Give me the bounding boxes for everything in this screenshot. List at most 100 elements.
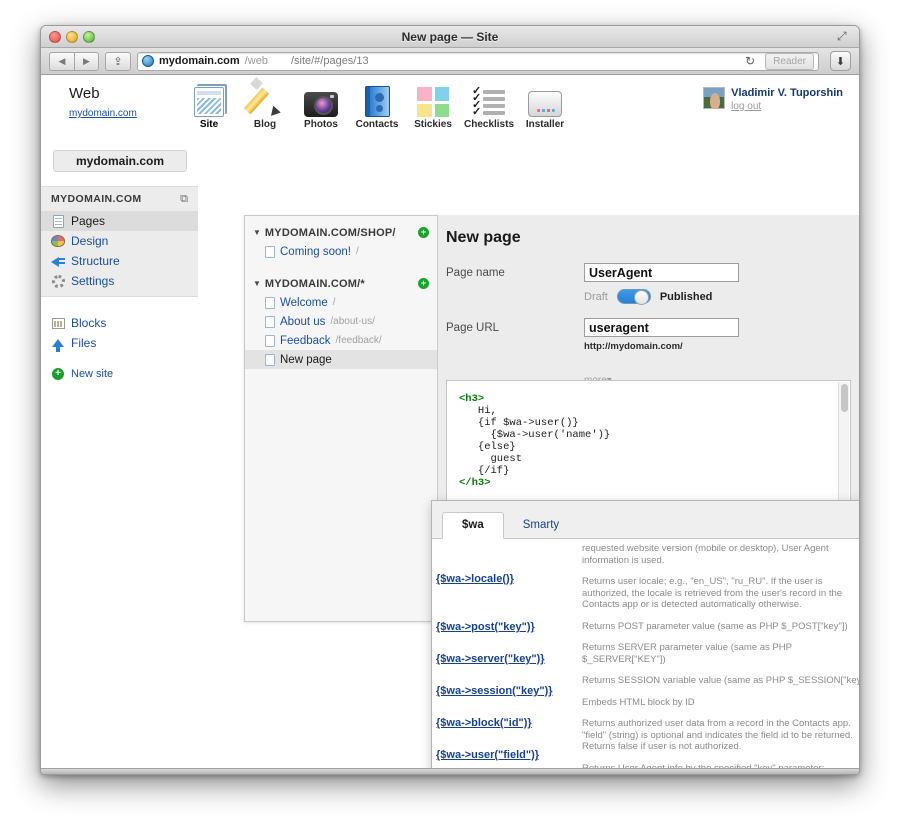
sidebar-item-blocks-label: Blocks <box>71 316 107 330</box>
app-nav-blog[interactable]: Blog <box>237 77 293 130</box>
page-name-input[interactable] <box>584 263 739 282</box>
publish-toggle[interactable] <box>616 289 651 305</box>
cheat-sheet-function[interactable]: {$wa->server("key")} <box>436 653 576 665</box>
downloads-icon[interactable]: ⬇ <box>830 51 851 71</box>
app-nav-photos[interactable]: Photos <box>293 79 349 130</box>
code-line: Hi, <box>459 405 497 417</box>
pages-tree-panel: ▼ MYDOMAIN.COM/SHOP/ + Coming soon! / ▼ … <box>244 215 438 622</box>
checklist-icon: ✓ ✓ ✓ ✓ <box>461 79 517 118</box>
published-label: Published <box>659 290 713 303</box>
code-editor-content[interactable]: <h3> Hi, {if $wa->user()} {$wa->user('na… <box>447 381 850 513</box>
cheat-sheet-description: Returns authorized user data from a reco… <box>582 718 853 752</box>
sidebar-item-blocks[interactable]: Blocks <box>41 313 198 333</box>
document-icon <box>265 315 275 328</box>
tree-item[interactable]: About us /about-us/ <box>245 312 437 331</box>
domain-selector[interactable]: mydomain.com <box>53 150 187 172</box>
cheat-sheet-function[interactable]: {$wa->session("key")} <box>436 685 576 697</box>
sidebar-item-design-label: Design <box>71 234 109 248</box>
app-nav-stickies[interactable]: Stickies <box>405 79 461 130</box>
tree-item[interactable]: New page <box>245 350 437 369</box>
pages-tree-group-header[interactable]: ▼ MYDOMAIN.COM/SHOP/ + <box>245 223 437 242</box>
chevron-down-icon[interactable]: ▼ <box>253 228 261 237</box>
address-bar[interactable]: mydomain.com /web /site/#/pages/13 ↻ Rea… <box>137 51 819 71</box>
fullscreen-icon[interactable]: ⤢ <box>837 30 850 43</box>
app-nav-site[interactable]: Site <box>181 79 237 130</box>
app-nav-contacts-label: Contacts <box>355 119 399 130</box>
pages-tree-group-header[interactable]: ▼ MYDOMAIN.COM/* + <box>245 274 437 293</box>
page-url-input[interactable] <box>584 318 739 337</box>
minimize-window-button[interactable] <box>66 31 78 43</box>
tree-item[interactable]: Feedback /feedback/ <box>245 331 437 350</box>
pencil-icon <box>237 77 293 120</box>
tree-item[interactable]: Welcome / <box>245 293 437 312</box>
cheat-sheet-description: Embeds HTML block by ID <box>582 696 695 708</box>
app-nav-site-label: Site <box>199 119 219 130</box>
avatar <box>703 87 726 109</box>
sidebar-group-title: MYDOMAIN.COM <box>51 193 142 205</box>
page-name-row: Page name <box>446 263 859 282</box>
duplicate-icon[interactable]: ⧉ <box>180 193 188 206</box>
chevron-down-icon[interactable]: ▼ <box>253 279 261 288</box>
cheat-sheet-function[interactable]: {$wa->block("id")} <box>436 717 576 729</box>
app-nav-contacts[interactable]: Contacts <box>349 79 405 130</box>
sidebar-item-new-site-label: New site <box>71 368 114 380</box>
sidebar-item-files[interactable]: Files <box>41 333 198 353</box>
sidebar-item-structure-label: Structure <box>71 254 120 268</box>
sidebar-group-header: MYDOMAIN.COM ⧉ <box>41 187 198 211</box>
url-fragment: /site/#/pages/13 <box>290 55 369 67</box>
reload-icon[interactable]: ↻ <box>740 54 760 68</box>
browser-toolbar: ◀ ▶ ⇪ mydomain.com /web /site/#/pages/13… <box>41 48 859 75</box>
pages-tree-group-title: MYDOMAIN.COM/SHOP/ <box>264 226 396 239</box>
forward-icon[interactable]: ▶ <box>74 51 99 71</box>
sidebar-item-files-label: Files <box>71 336 97 350</box>
contacts-icon <box>349 79 405 117</box>
tree-item[interactable]: Coming soon! / <box>245 242 437 261</box>
document-icon <box>265 353 275 366</box>
sidebar-item-settings[interactable]: Settings <box>41 271 198 291</box>
code-editor-scroll-thumb[interactable] <box>840 384 848 412</box>
app-nav-installer[interactable]: Installer <box>517 79 573 130</box>
pages-tree-group: ▼ MYDOMAIN.COM/* + Welcome / About us /a… <box>245 261 437 369</box>
tab-wa[interactable]: $wa <box>442 512 504 539</box>
sidebar-item-design[interactable]: Design <box>41 231 198 251</box>
share-icon[interactable]: ⇪ <box>105 51 131 71</box>
app-nav-photos-label: Photos <box>304 119 338 130</box>
tab-smarty[interactable]: Smarty <box>504 513 578 538</box>
app-navigation: Site Blog Photos Contacts Stickies ✓ ✓ ✓… <box>181 75 573 130</box>
cheat-sheet-function[interactable]: {$wa->user("field")} <box>436 749 576 761</box>
reader-button[interactable]: Reader <box>765 52 814 70</box>
sidebar-extra-group: Blocks Files <box>41 313 198 353</box>
brand-domain-link[interactable]: mydomain.com <box>69 108 181 119</box>
cheat-sheet-description: Returns POST parameter value (same as PH… <box>582 620 848 632</box>
sidebar-item-settings-label: Settings <box>71 274 115 288</box>
sidebar: mydomain.com MYDOMAIN.COM ⧉ Pages Design… <box>41 141 198 774</box>
cheat-sheet-panel: $wa Smarty {$wa->locale()} {$wa->post("ke… <box>431 500 859 774</box>
app-nav-stickies-label: Stickies <box>414 119 452 130</box>
maximize-window-button[interactable] <box>83 31 95 43</box>
gear-icon <box>51 274 65 288</box>
cheat-sheet-function[interactable]: {$wa->post("key")} <box>436 621 576 633</box>
sidebar-item-structure[interactable]: Structure <box>41 251 198 271</box>
cheat-sheet-tabs: $wa Smarty <box>432 501 859 539</box>
logout-link[interactable]: log out <box>731 101 843 112</box>
window-controls[interactable] <box>49 31 95 43</box>
page-name-label: Page name <box>446 267 505 279</box>
browser-window: New page — Site ⤢ ◀ ▶ ⇪ mydomain.com /we… <box>40 25 860 775</box>
back-icon[interactable]: ◀ <box>49 51 74 71</box>
close-window-button[interactable] <box>49 31 61 43</box>
sidebar-item-new-site[interactable]: + New site <box>41 364 198 384</box>
pages-tree-group-title: MYDOMAIN.COM/* <box>264 277 365 290</box>
add-page-icon[interactable]: + <box>418 278 429 289</box>
brand-block: Web mydomain.com <box>41 75 181 119</box>
add-page-icon[interactable]: + <box>418 227 429 238</box>
app-nav-checklists[interactable]: ✓ ✓ ✓ ✓ Checklists <box>461 79 517 131</box>
document-icon <box>265 296 275 309</box>
stickies-icon <box>405 79 461 117</box>
draft-label: Draft <box>584 290 608 303</box>
code-line: guest <box>459 453 523 465</box>
user-name: Vladimir V. Tuporshin <box>731 87 843 99</box>
sidebar-item-pages[interactable]: Pages <box>41 211 198 231</box>
cheat-sheet-function[interactable]: {$wa->locale()} <box>436 573 576 585</box>
cheat-sheet-body[interactable]: {$wa->locale()} {$wa->post("key")} {$wa->s… <box>432 539 859 774</box>
tree-item-name: Feedback <box>280 334 331 347</box>
